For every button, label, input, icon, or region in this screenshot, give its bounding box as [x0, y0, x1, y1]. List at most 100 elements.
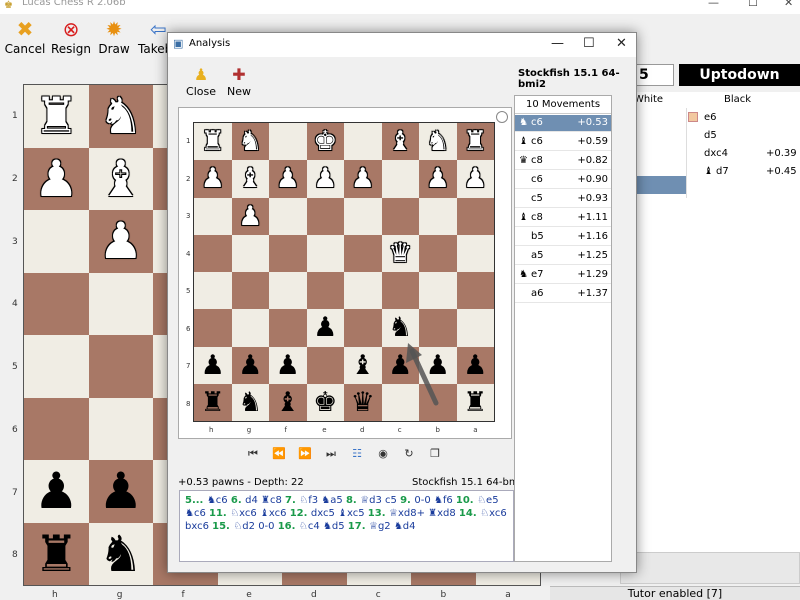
- chess-piece-icon[interactable]: ♝: [238, 165, 262, 192]
- analysis-board-square[interactable]: [306, 272, 344, 310]
- move-tree-icon[interactable]: ☷: [347, 446, 367, 462]
- analysis-board-square[interactable]: [419, 309, 457, 347]
- analysis-board-square[interactable]: [381, 197, 419, 235]
- pv-move[interactable]: ♘d2 0-0: [233, 521, 277, 532]
- moves-cell-black[interactable]: e6: [704, 112, 717, 123]
- chess-piece-icon[interactable]: ♚: [313, 389, 337, 416]
- movement-row[interactable]: ♝ c8 +1.11: [515, 210, 611, 227]
- analysis-board-square[interactable]: [381, 272, 419, 310]
- movement-row[interactable]: a5 +1.25: [515, 248, 611, 265]
- moves-table[interactable]: White Black e6 d5 dxc4 +0.39 ♝ d7 +0.45: [620, 92, 800, 552]
- analysis-board-square[interactable]: ♟: [231, 197, 269, 235]
- pv-move[interactable]: d4 ♜c8: [245, 495, 285, 506]
- analysis-board-square[interactable]: ♝: [344, 346, 382, 384]
- analysis-board-square[interactable]: ♛: [381, 234, 419, 272]
- chess-piece-icon[interactable]: ♞: [98, 91, 143, 141]
- analysis-board-square[interactable]: ♝: [269, 383, 307, 421]
- pv-move[interactable]: 0-0 ♞f6: [414, 495, 456, 506]
- next-move-icon[interactable]: ⏩: [295, 446, 315, 462]
- chess-piece-icon[interactable]: ♝: [276, 389, 300, 416]
- analysis-board-square[interactable]: ♜: [194, 383, 232, 421]
- analysis-board-square[interactable]: [194, 272, 232, 310]
- analysis-board-square[interactable]: [269, 234, 307, 272]
- pv-move[interactable]: ♕d3 c5: [360, 495, 400, 506]
- chess-piece-icon[interactable]: ♟: [463, 165, 487, 192]
- chess-piece-icon[interactable]: ♟: [238, 203, 262, 230]
- main-board-square[interactable]: [24, 335, 89, 398]
- chess-piece-icon[interactable]: ♝: [388, 128, 412, 155]
- analysis-board-square[interactable]: ♜: [456, 123, 494, 161]
- analysis-board-square[interactable]: ♚: [306, 383, 344, 421]
- analysis-board-square[interactable]: [381, 160, 419, 198]
- analysis-minimize-button[interactable]: —: [551, 36, 564, 51]
- chess-piece-icon[interactable]: ♞: [388, 314, 412, 341]
- analysis-board-square[interactable]: [344, 234, 382, 272]
- analysis-board-square[interactable]: [344, 123, 382, 161]
- main-board-square[interactable]: [24, 272, 89, 335]
- analysis-board-square[interactable]: ♟: [381, 346, 419, 384]
- main-board-square[interactable]: [88, 397, 153, 460]
- chess-piece-icon[interactable]: ♝: [351, 352, 375, 379]
- board-options-icon[interactable]: [496, 111, 508, 123]
- chess-piece-icon[interactable]: ♟: [426, 352, 450, 379]
- close-button[interactable]: ✕: [784, 0, 793, 9]
- pv-move[interactable]: ♕xd8+ ♜xd8: [389, 508, 459, 519]
- first-move-icon[interactable]: ⏮: [243, 446, 263, 462]
- movement-row[interactable]: ♝ c6 +0.59: [515, 134, 611, 151]
- analysis-board-square[interactable]: ♟: [456, 160, 494, 198]
- analysis-board-square[interactable]: [194, 197, 232, 235]
- analysis-board-square[interactable]: ♞: [231, 383, 269, 421]
- chess-piece-icon[interactable]: ♟: [201, 165, 225, 192]
- last-move-icon[interactable]: ⏭: [321, 446, 341, 462]
- chess-piece-icon[interactable]: ♚: [313, 128, 337, 155]
- movement-row[interactable]: b5 +1.16: [515, 229, 611, 246]
- analysis-board-square[interactable]: [194, 309, 232, 347]
- principal-variation[interactable]: 5... ♞c6 6. d4 ♜c8 7. ♘f3 ♞a5 8. ♕d3 c5 …: [179, 490, 514, 562]
- analysis-board-square[interactable]: [456, 197, 494, 235]
- chess-piece-icon[interactable]: ♟: [34, 154, 79, 204]
- play-icon[interactable]: ◉: [373, 446, 393, 462]
- chess-piece-icon[interactable]: ♞: [426, 128, 450, 155]
- main-board-square[interactable]: ♜: [24, 522, 89, 585]
- analysis-board-square[interactable]: [306, 234, 344, 272]
- main-board-square[interactable]: ♟: [24, 147, 89, 210]
- main-board-square[interactable]: [24, 397, 89, 460]
- pv-move[interactable]: ♞c6: [207, 495, 231, 506]
- analysis-board-square[interactable]: [231, 272, 269, 310]
- analysis-board-square[interactable]: ♞: [381, 309, 419, 347]
- analysis-board-square[interactable]: ♛: [344, 383, 382, 421]
- analysis-board-square[interactable]: [231, 309, 269, 347]
- chess-piece-icon[interactable]: ♜: [201, 128, 225, 155]
- tutor-status[interactable]: Tutor enabled [7]: [550, 586, 800, 600]
- analysis-board-square[interactable]: ♜: [456, 383, 494, 421]
- analysis-board-square[interactable]: [344, 309, 382, 347]
- analysis-board-square[interactable]: [269, 272, 307, 310]
- analysis-board-square[interactable]: ♝: [381, 123, 419, 161]
- movements-list[interactable]: 10 Movements ♞ c6 +0.53 ♝ c6 +0.59 ♛ c8 +0.82 c6 +…: [514, 95, 612, 562]
- pv-move[interactable]: ♘c4 ♞d5: [299, 521, 348, 532]
- movement-row[interactable]: ♞ c6 +0.53: [515, 115, 611, 132]
- chess-piece-icon[interactable]: ♟: [276, 165, 300, 192]
- analysis-board-square[interactable]: ♟: [419, 160, 457, 198]
- analysis-board-square[interactable]: ♟: [306, 309, 344, 347]
- analysis-board-square[interactable]: ♟: [269, 160, 307, 198]
- minimize-button[interactable]: —: [708, 0, 719, 9]
- analysis-board-square[interactable]: [231, 234, 269, 272]
- analysis-board-square[interactable]: ♟: [194, 160, 232, 198]
- main-board-square[interactable]: ♞: [88, 85, 153, 148]
- analysis-board-square[interactable]: [456, 309, 494, 347]
- analysis-chessboard[interactable]: ♜ ♞ ♚ ♝ ♞ ♜ ♟ ♝ ♟ ♟ ♟ ♟ ♟ ♟ ♛ ♟ ♞ ♟ ♟ ♟ ♝ ♟ ♟ ♟ ♜ ♞ ♝ ♚ ♛ ♜: [193, 122, 495, 422]
- chess-piece-icon[interactable]: ♜: [463, 389, 487, 416]
- moves-cell-black[interactable]: d7: [716, 166, 729, 177]
- analysis-board-square[interactable]: [344, 272, 382, 310]
- chess-piece-icon[interactable]: ♜: [463, 128, 487, 155]
- moves-cell-black[interactable]: dxc4: [704, 148, 728, 159]
- movement-row[interactable]: ♛ c8 +0.82: [515, 153, 611, 170]
- analysis-board-square[interactable]: ♚: [306, 123, 344, 161]
- analysis-close-button[interactable]: ✕: [616, 36, 627, 51]
- analysis-board-square[interactable]: ♟: [231, 346, 269, 384]
- analysis-board-square[interactable]: [456, 272, 494, 310]
- analysis-board-square[interactable]: ♞: [231, 123, 269, 161]
- previous-move-icon[interactable]: ⏪: [269, 446, 289, 462]
- chess-piece-icon[interactable]: ♟: [388, 352, 412, 379]
